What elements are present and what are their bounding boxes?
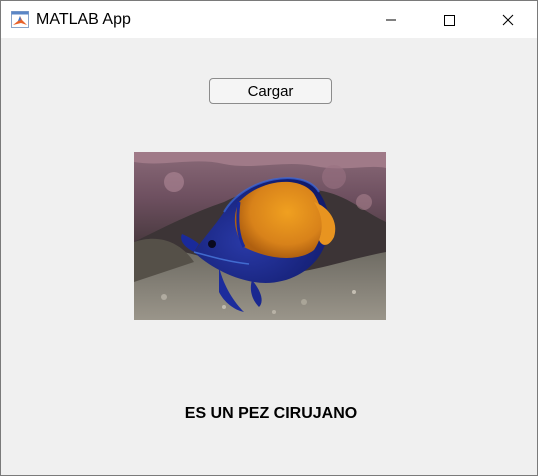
matlab-logo-icon: [11, 11, 29, 28]
result-text: ES UN PEZ CIRUJANO: [184, 405, 358, 422]
minimize-icon: [385, 14, 397, 26]
maximize-icon: [443, 14, 455, 26]
maximize-button[interactable]: [420, 1, 478, 38]
title-bar[interactable]: MATLAB App: [1, 1, 537, 38]
load-button[interactable]: Cargar: [209, 78, 332, 104]
close-icon: [502, 14, 514, 26]
minimize-button[interactable]: [362, 1, 420, 38]
app-canvas: Cargar ES UN PEZ CIRUJANO: [1, 38, 537, 475]
close-button[interactable]: [479, 1, 537, 38]
fish-image: [134, 152, 386, 320]
app-window: MATLAB App Cargar ES UN PEZ CIRUJANO: [0, 0, 538, 476]
window-title: MATLAB App: [36, 11, 131, 28]
